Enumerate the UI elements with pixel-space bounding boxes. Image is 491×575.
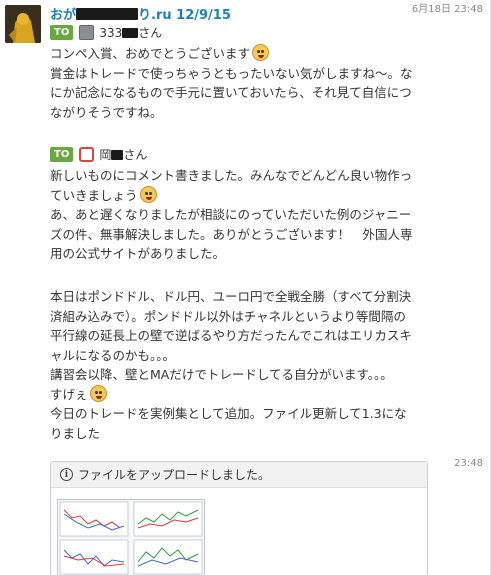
text-line: 用の公式サイトがありました。 [50,246,226,261]
text-line: りました [50,425,101,441]
recipient-name-suffix: さん [123,147,148,162]
text-span: ていきましょう [50,187,138,203]
text-line: コンペ入賞、おめでとうございます [50,44,445,64]
to-badge: TO [50,24,74,40]
sender-name-suffix: り.ru 12/9/15 [138,8,231,23]
message-paragraph-2: 新しいものにコメント書きました。みんなでどんどん良い物作っ ていきましょう あ、… [50,166,445,264]
recipient-name-prefix: 岡 [99,147,112,162]
file-upload-card[interactable]: i ファイルをアップロードしました。 [50,461,428,575]
text-line: 本日はポンドドル、ドル円、ユーロ円で全戦全勝（すべて分割決 [50,289,412,304]
chart-thumbnail[interactable] [57,499,205,575]
text-line: ていきましょう [50,185,445,206]
recipient-name-suffix: さん [138,25,163,40]
text-line: 講習会以降、壁とMAだけでトレードしてる自分がいます。。。 [50,367,393,382]
emoji-icon [89,384,107,402]
text-line: ズの件、無事解決しました。ありがとうございます！ 外国人専 [50,226,413,242]
recipient-name-prefix: 333 [99,25,123,40]
text-line: 済組み込みで）。ポンドドル以外はチャネルというより等間隔の [50,308,406,324]
text-span: すげぇ [50,386,88,402]
emoji-icon [252,44,270,61]
sender-name-prefix: おが [50,8,77,23]
text-line: すげぇ [50,384,445,405]
file-message-timestamp: 23:48 [454,458,483,469]
text-line: 新しいものにコメント書きました。みんなでどんどん良い物作っ [50,168,413,183]
text-line: 賞金はトレードで使っちゃうともったいない気がしますね～。な [50,65,413,81]
text-line: 平行線の延長上の壁で逆ばるやり方だったんでこれはエリカスキ [50,328,412,343]
text-line: あ、あと遅くなりましたが相談にのっていただいた例のジャニー [50,207,412,222]
text-line: 今日のトレードを実例集として追加。ファイル更新して1.3にな [50,406,407,421]
text-line: にか記念になるもので手元に置いておいたら、それ見て自信につ [50,85,412,100]
recipient-avatar [79,24,95,40]
redacted-block [111,149,124,160]
file-upload-notice: ファイルをアップロードしました。 [78,468,271,482]
redacted-block [76,8,139,20]
message-timestamp: 6月18日 23:48 [411,4,483,15]
emoji-icon [139,185,157,203]
to-line-1: TO 333 さん [50,24,162,40]
text-line: ながりそうですね。 [50,104,163,120]
recipient-name: 333 さん [99,24,162,41]
message-paragraph-1: コンペ入賞、おめでとうございます 賞金はトレードで使っちゃうともったいない気がし… [50,44,445,122]
message-paragraph-3: 本日はポンドドル、ドル円、ユーロ円で全戦全勝（すべて分割決 済組み込みで）。ポン… [50,287,445,443]
to-line-2: TO 岡さん [50,146,147,162]
file-upload-header: i ファイルをアップロードしました。 [51,462,427,488]
recipient-avatar [79,146,95,162]
recipient-name: 岡さん [99,146,147,163]
sender-name[interactable]: おが り.ru 12/9/15 [50,4,231,23]
info-icon: i [60,468,73,481]
sender-avatar[interactable] [5,5,41,43]
to-badge: TO [50,146,74,162]
redacted-block [122,27,139,38]
text-line: ャルになるのかも。。。 [50,347,176,363]
text-span: コンペ入賞、おめでとうございます [50,46,251,61]
